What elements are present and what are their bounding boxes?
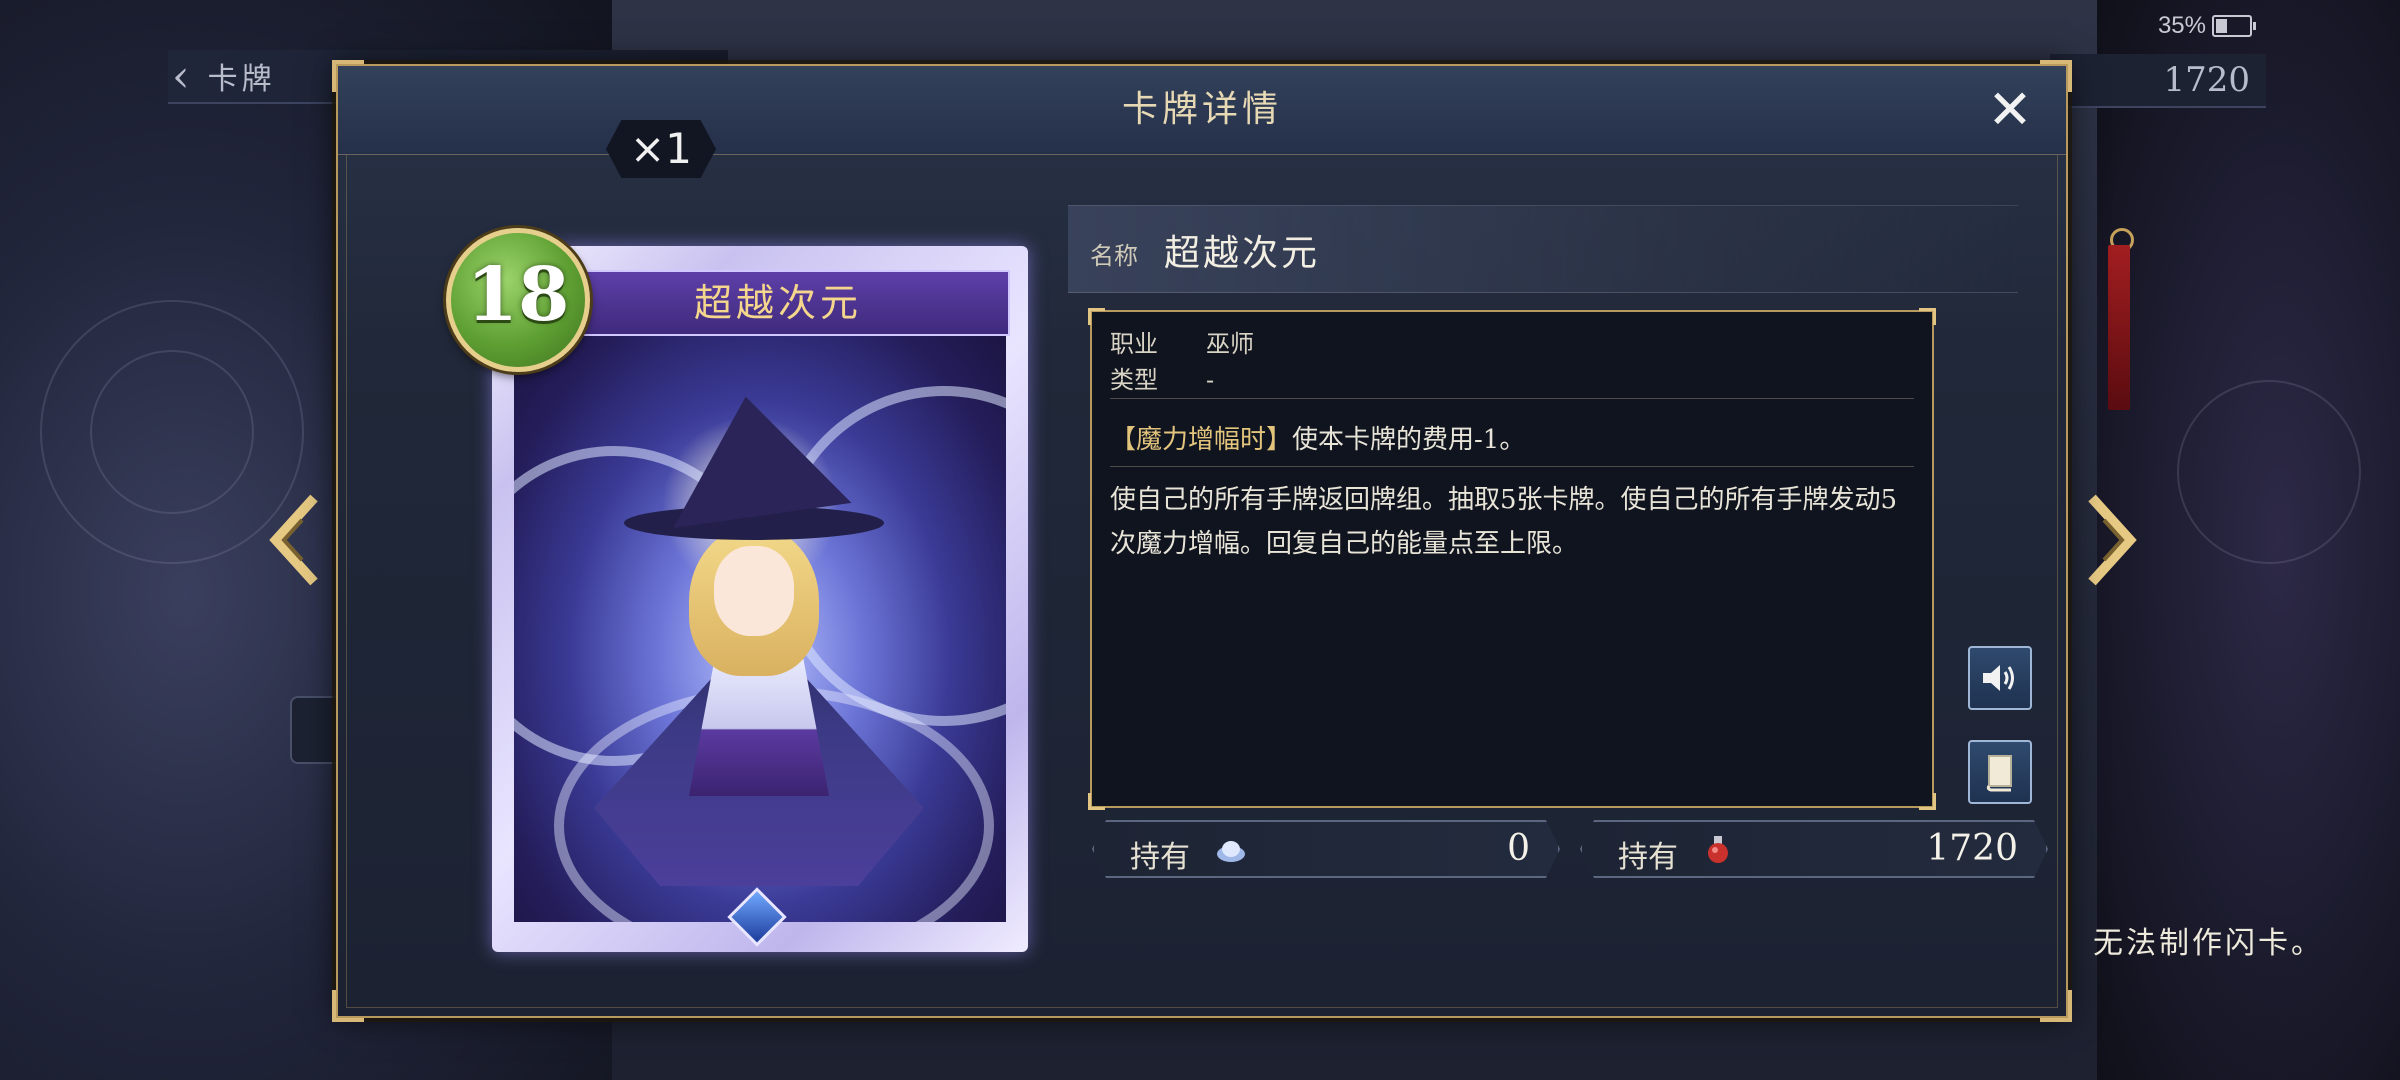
- divider: [1110, 398, 1914, 399]
- ornament-circle: [2177, 380, 2361, 564]
- cost-badge: 18: [446, 228, 590, 372]
- flavor-text-button[interactable]: [1968, 740, 2032, 804]
- battery-icon: [2212, 15, 2256, 37]
- divider: [1110, 466, 1914, 467]
- tassel-decoration: [2108, 245, 2130, 410]
- back-arrow-icon: ‹: [172, 50, 190, 102]
- type-label: 类型: [1110, 366, 1158, 394]
- previous-card-button[interactable]: [262, 490, 332, 590]
- background-currency: 1720: [2050, 54, 2266, 108]
- name-label: 名称: [1090, 242, 1138, 270]
- dialog-title: 卡牌详情: [1121, 89, 1282, 130]
- effect-condition-text: 使本卡牌的费用-1。: [1292, 425, 1526, 455]
- vial-count: 0: [1507, 828, 1530, 869]
- card-name-row: 名称 超越次元: [1068, 205, 2018, 293]
- type-value: -: [1206, 366, 1215, 394]
- card-name-banner: 超越次元: [546, 270, 1010, 336]
- holding-label: 持有: [1618, 840, 1678, 875]
- class-value: 巫师: [1206, 330, 1254, 358]
- chevron-right-icon: [2088, 494, 2137, 586]
- vial-icon: [1217, 841, 1245, 862]
- dialog-corner: [332, 990, 364, 1022]
- potion-icon: [1708, 836, 1728, 863]
- wizard-face: [714, 546, 794, 636]
- box-corner: [1088, 793, 1105, 810]
- vial-holding-bar: 持有 0: [1092, 820, 1560, 878]
- box-corner: [1919, 793, 1936, 810]
- dialog-corner: [2040, 990, 2072, 1022]
- box-corner: [1919, 308, 1936, 325]
- effect-keyword: 【魔力增幅时】: [1110, 425, 1293, 455]
- box-corner: [1088, 308, 1105, 325]
- speaker-icon: [1983, 665, 2014, 691]
- chevron-left-icon: [269, 494, 318, 586]
- card-description-box: 职业 巫师 类型 - 【魔力增幅时】使本卡牌的费用-1。 使自己的所有手牌返回牌组。…: [1088, 308, 1936, 810]
- book-icon: [1986, 755, 2012, 792]
- holding-label: 持有: [1130, 840, 1190, 875]
- next-card-button[interactable]: [2074, 490, 2144, 590]
- ornament-circle: [90, 350, 254, 514]
- effect-condition: 【魔力增幅时】使本卡牌的费用-1。: [1110, 419, 1525, 456]
- card-illustration: [514, 326, 1006, 922]
- back-label: 卡牌: [207, 62, 276, 97]
- name-value: 超越次元: [1164, 233, 1321, 274]
- voice-button[interactable]: [1968, 646, 2032, 710]
- close-icon: ✕: [1987, 78, 2033, 141]
- class-label: 职业: [1110, 330, 1158, 358]
- effect-body: 使自己的所有手牌返回牌组。抽取5张卡牌。使自己的所有手牌发动5次魔力增幅。回复自…: [1110, 485, 1898, 559]
- card-count-badge: ×1: [606, 120, 716, 178]
- card-artwork[interactable]: 超越次元: [492, 246, 1028, 952]
- status-bar: 35%: [2157, 12, 2256, 40]
- close-button[interactable]: ✕: [1984, 83, 2036, 137]
- craft-note: 无法制作闪卡。: [2093, 926, 2324, 961]
- potion-holding-bar: 持有 1720: [1580, 820, 2048, 878]
- potion-count: 1720: [1926, 828, 2018, 869]
- type-row: 类型 -: [1110, 360, 1214, 395]
- class-row: 职业 巫师: [1110, 324, 1254, 359]
- wizard-hat: [656, 384, 852, 528]
- battery-percent: 35%: [2157, 12, 2206, 39]
